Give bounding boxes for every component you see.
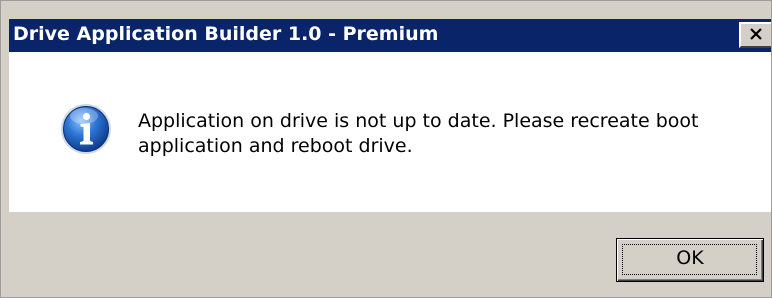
information-icon	[61, 104, 111, 154]
title-bar[interactable]: Drive Application Builder 1.0 - Premium	[9, 19, 771, 52]
message-dialog: Drive Application Builder 1.0 - Premium …	[0, 0, 772, 298]
dialog-title: Drive Application Builder 1.0 - Premium	[13, 23, 439, 45]
ok-button-label: OK	[676, 247, 704, 269]
close-button[interactable]	[739, 22, 771, 48]
dialog-message: Application on drive is not up to date. …	[138, 110, 699, 157]
dialog-content: Application on drive is not up to date. …	[9, 52, 771, 212]
ok-button[interactable]: OK	[616, 238, 764, 282]
close-icon	[750, 28, 762, 40]
dialog-footer: OK	[9, 212, 771, 297]
